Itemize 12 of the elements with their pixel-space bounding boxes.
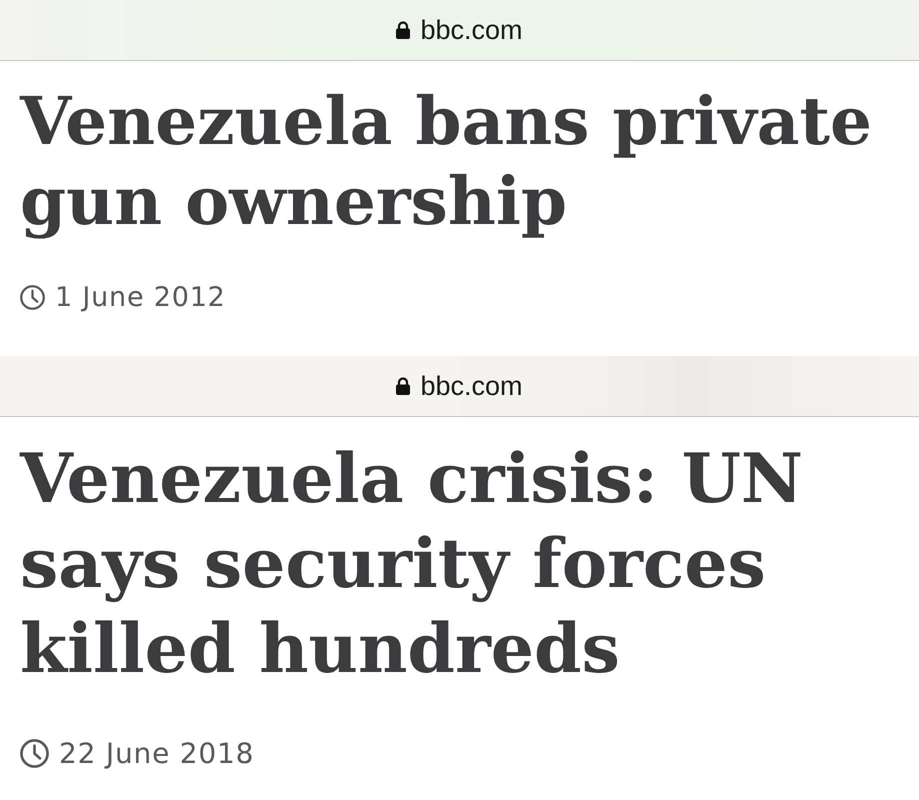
headline: Venezuela crisis: UN says security forces killed hundreds <box>20 439 804 689</box>
lock-icon <box>396 377 410 395</box>
lock-icon <box>396 21 410 39</box>
domain-text: bbc.com <box>420 372 523 400</box>
publish-date: 1 June 2012 <box>55 284 226 310</box>
clock-icon <box>20 284 45 310</box>
clock-icon <box>20 739 49 768</box>
domain-text: bbc.com <box>420 16 523 44</box>
headline: Venezuela bans private gun ownership <box>20 82 872 240</box>
publish-date: 22 June 2018 <box>59 740 254 768</box>
address-bar[interactable]: bbc.com <box>0 356 919 417</box>
address-bar[interactable]: bbc.com <box>0 0 919 61</box>
